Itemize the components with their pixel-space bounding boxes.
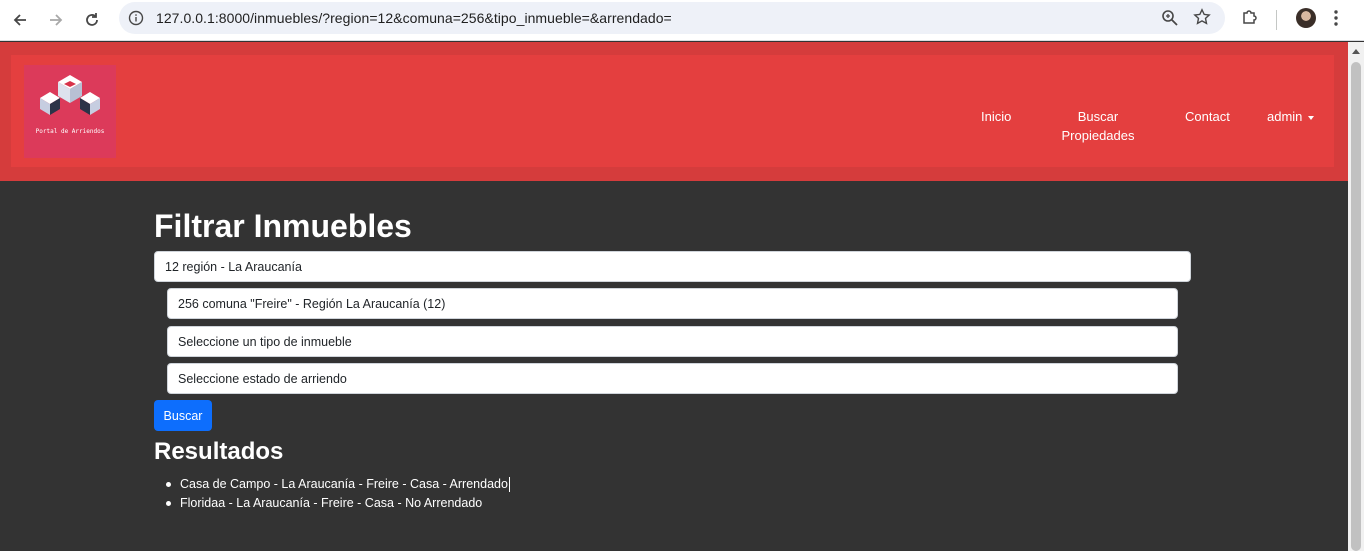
results-list: Casa de Campo - La Araucanía - Freire - …	[166, 475, 510, 513]
nav-link-buscar-line2: Propiedades	[1061, 128, 1135, 143]
arrendado-select[interactable]: Seleccione estado de arriendo	[167, 363, 1178, 394]
text-cursor	[508, 477, 510, 493]
scroll-up-arrow-icon[interactable]	[1352, 49, 1360, 54]
result-item: Casa de Campo - La Araucanía - Freire - …	[166, 475, 510, 494]
more-menu-icon[interactable]	[1333, 9, 1339, 32]
navbar: Portal de Arriendos Inicio Buscar Propie…	[11, 55, 1334, 167]
results-title: Resultados	[154, 438, 284, 465]
page-title: Filtrar Inmuebles	[154, 208, 412, 244]
reload-icon[interactable]	[80, 8, 104, 32]
caret-down-icon	[1308, 115, 1315, 120]
browser-toolbar: 127.0.0.1:8000/inmuebles/?region=12&comu…	[0, 0, 1364, 41]
url-text[interactable]: 127.0.0.1:8000/inmuebles/?region=12&comu…	[156, 10, 672, 26]
region-select[interactable]: 12 región - La Araucanía	[154, 251, 1191, 282]
forward-arrow-icon[interactable]	[44, 8, 68, 32]
back-arrow-icon[interactable]	[8, 8, 32, 32]
site-logo[interactable]: Portal de Arriendos	[24, 65, 116, 158]
site-header: Portal de Arriendos Inicio Buscar Propie…	[0, 42, 1348, 181]
nav-link-buscar-propiedades[interactable]: Buscar Propiedades	[1061, 107, 1135, 145]
search-button[interactable]: Buscar	[154, 400, 212, 431]
toolbar-divider	[1276, 10, 1277, 30]
page-scrollbar[interactable]	[1348, 42, 1364, 551]
logo-cubes-icon	[40, 75, 100, 115]
result-item-text: Casa de Campo - La Araucanía - Freire - …	[180, 477, 508, 491]
user-dropdown[interactable]: admin	[1267, 107, 1315, 126]
comuna-select[interactable]: 256 comuna "Freire" - Región La Araucaní…	[167, 288, 1178, 319]
user-name: admin	[1267, 109, 1303, 124]
nav-link-inicio[interactable]: Inicio	[981, 107, 1011, 126]
result-item: Floridaa - La Araucanía - Freire - Casa …	[166, 494, 510, 513]
profile-avatar[interactable]	[1296, 8, 1316, 28]
logo-text: Portal de Arriendos	[35, 128, 105, 135]
scrollbar-thumb[interactable]	[1351, 62, 1361, 551]
bookmark-star-icon[interactable]	[1193, 8, 1211, 31]
result-item-text: Floridaa - La Araucanía - Freire - Casa …	[180, 496, 483, 510]
address-bar[interactable]: 127.0.0.1:8000/inmuebles/?region=12&comu…	[119, 2, 1225, 34]
tipo-inmueble-select[interactable]: Seleccione un tipo de inmueble	[167, 326, 1178, 357]
zoom-icon[interactable]	[1161, 9, 1179, 32]
extensions-puzzle-icon[interactable]	[1241, 8, 1259, 31]
nav-link-contact[interactable]: Contact	[1185, 107, 1230, 126]
nav-link-buscar-line1: Buscar	[1077, 109, 1119, 124]
site-info-icon[interactable]	[128, 10, 144, 26]
